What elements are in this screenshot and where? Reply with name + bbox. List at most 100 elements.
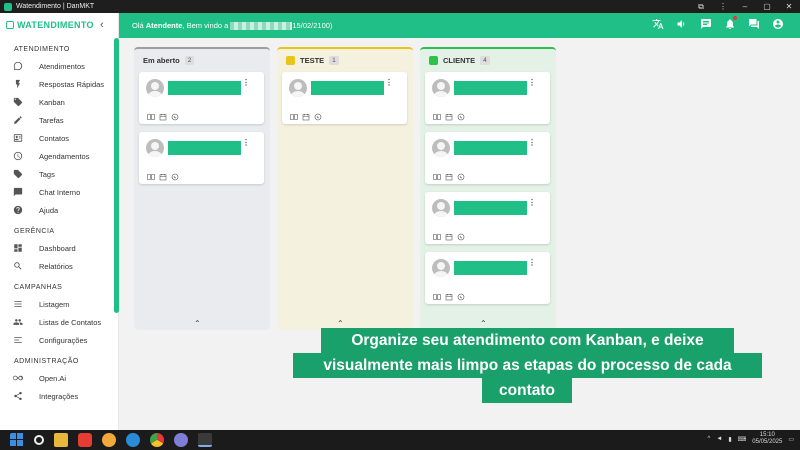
tags-icon [12,168,24,180]
volume-icon[interactable] [676,18,688,30]
settings-list-icon [12,334,24,346]
sidebar-scrollbar[interactable] [114,38,119,313]
redacted-company [230,22,293,30]
sidebar-item-tarefas[interactable]: Tarefas [0,111,118,129]
clock[interactable]: 15:10 05/05/2025 [752,432,782,446]
avatar [432,139,450,157]
sidebar-item-label: Listas de Contatos [39,317,102,327]
whatsapp-icon[interactable] [457,228,465,241]
microphone-icon[interactable]: ▮ [728,436,731,443]
clock-icon [12,150,24,162]
sidebar-item-atendimentos[interactable]: Atendimentos [0,57,118,75]
sidebar-item-integra-es[interactable]: Integrações [0,387,118,405]
column-collapse-icon[interactable]: ⌃ [194,319,201,328]
redacted-contact-name [168,81,241,95]
sidebar-item-label: Open.Ai [39,373,67,383]
calendar-icon[interactable] [445,108,453,121]
minimize-button[interactable]: – [734,2,756,11]
kanban-card[interactable]: ⋮ [282,72,407,124]
card-menu-icon[interactable]: ⋮ [528,78,536,87]
watendimento-taskbar-icon[interactable] [198,433,212,447]
chevron-up-icon[interactable]: ^ [708,436,711,442]
card-menu-icon[interactable]: ⋮ [242,138,250,147]
brave-browser-icon[interactable] [78,433,92,447]
search-icon[interactable] [34,435,44,445]
calendar-icon[interactable] [159,168,167,181]
whatsapp-icon[interactable] [457,168,465,181]
calendar-icon[interactable] [445,228,453,241]
window-titlebar: Watendimento | DanMKT ⧉ ⋮ – ▢ ✕ [0,0,800,13]
more-menu-icon[interactable]: ⋮ [712,2,734,11]
app-icon [4,2,12,11]
kanban-card[interactable]: ⋮ [425,252,550,304]
card-menu-icon[interactable]: ⋮ [385,78,393,87]
kanban-card[interactable]: ⋮ [139,132,264,184]
kanban-card[interactable]: ⋮ [139,72,264,124]
sidebar-item-respostas-r-pidas[interactable]: Respostas Rápidas [0,75,118,93]
start-button-icon[interactable] [10,433,24,447]
book-icon[interactable] [433,288,441,300]
sidebar-item-dashboard[interactable]: Dashboard [0,239,118,257]
whatsapp-icon[interactable] [457,288,465,301]
sidebar-item-tags[interactable]: Tags [0,165,118,183]
paint-icon[interactable] [174,433,188,447]
whatsapp-icon[interactable] [457,108,465,121]
card-menu-icon[interactable]: ⋮ [528,198,536,207]
speaker-icon[interactable]: ◄ [716,436,722,442]
maximize-button[interactable]: ▢ [756,2,778,11]
translate-icon[interactable] [652,18,664,30]
ime-icon[interactable]: ⌨ [738,436,747,443]
extensions-icon[interactable]: ⧉ [690,2,712,12]
sidebar-item-listagem[interactable]: Listagem [0,295,118,313]
kanban-card[interactable]: ⋮ [425,132,550,184]
kanban-card[interactable]: ⋮ [425,192,550,244]
chrome-icon[interactable] [150,433,164,447]
card-menu-icon[interactable]: ⋮ [528,138,536,147]
avatar [432,199,450,217]
calendar-icon[interactable] [445,168,453,181]
sidebar-section-header: ATENDIMENTO [14,45,70,53]
column-collapse-icon[interactable]: ⌃ [337,319,344,328]
kanban-card[interactable]: ⋮ [425,72,550,124]
book-icon[interactable] [433,168,441,180]
calendar-icon[interactable] [445,288,453,301]
account-icon[interactable] [772,18,784,30]
sidebar-item-label: Listagem [39,299,70,309]
sidebar-section-header: ADMINISTRAÇÃO [14,357,79,365]
card-menu-icon[interactable]: ⋮ [242,78,250,87]
share-icon [12,390,24,402]
sidebar-item-agendamentos[interactable]: Agendamentos [0,147,118,165]
book-icon[interactable] [433,228,441,240]
column-collapse-icon[interactable]: ⌃ [480,319,487,328]
message-icon[interactable] [700,18,712,30]
notifications-icon[interactable] [724,16,737,30]
book-icon[interactable] [433,108,441,120]
weather-icon[interactable] [102,433,116,447]
sidebar-item-chat-interno[interactable]: Chat Interno [0,183,118,201]
chevron-left-icon[interactable]: ‹ [100,19,104,31]
sidebar-item-contatos[interactable]: Contatos [0,129,118,147]
sidebar-item-kanban[interactable]: Kanban [0,93,118,111]
sidebar-item-listas-de-contatos[interactable]: Listas de Contatos [0,313,118,331]
chat-icon [12,186,24,198]
sidebar-item-ajuda[interactable]: Ajuda [0,201,118,219]
sidebar-item-label: Chat Interno [39,187,81,197]
file-explorer-icon[interactable] [54,433,68,447]
whatsapp-icon[interactable] [171,168,179,181]
notification-center-icon[interactable]: ▭ [788,436,794,443]
book-icon[interactable] [147,168,155,180]
chat-icon[interactable] [748,18,760,30]
sidebar-item-configura-es[interactable]: Configurações [0,331,118,349]
whatsapp-icon[interactable] [171,108,179,121]
book-icon[interactable] [147,108,155,120]
cortana-icon[interactable] [126,433,140,447]
book-icon[interactable] [290,108,298,120]
sidebar-item-relat-rios[interactable]: Relatórios [0,257,118,275]
whatsapp-icon[interactable] [314,108,322,121]
calendar-icon[interactable] [159,108,167,121]
sidebar: WATENDIMENTO ‹ ATENDIMENTO Atendimentos Re… [0,13,119,430]
close-button[interactable]: ✕ [778,2,800,11]
sidebar-item-open-ai[interactable]: Open.Ai [0,369,118,387]
card-menu-icon[interactable]: ⋮ [528,258,536,267]
calendar-icon[interactable] [302,108,310,121]
